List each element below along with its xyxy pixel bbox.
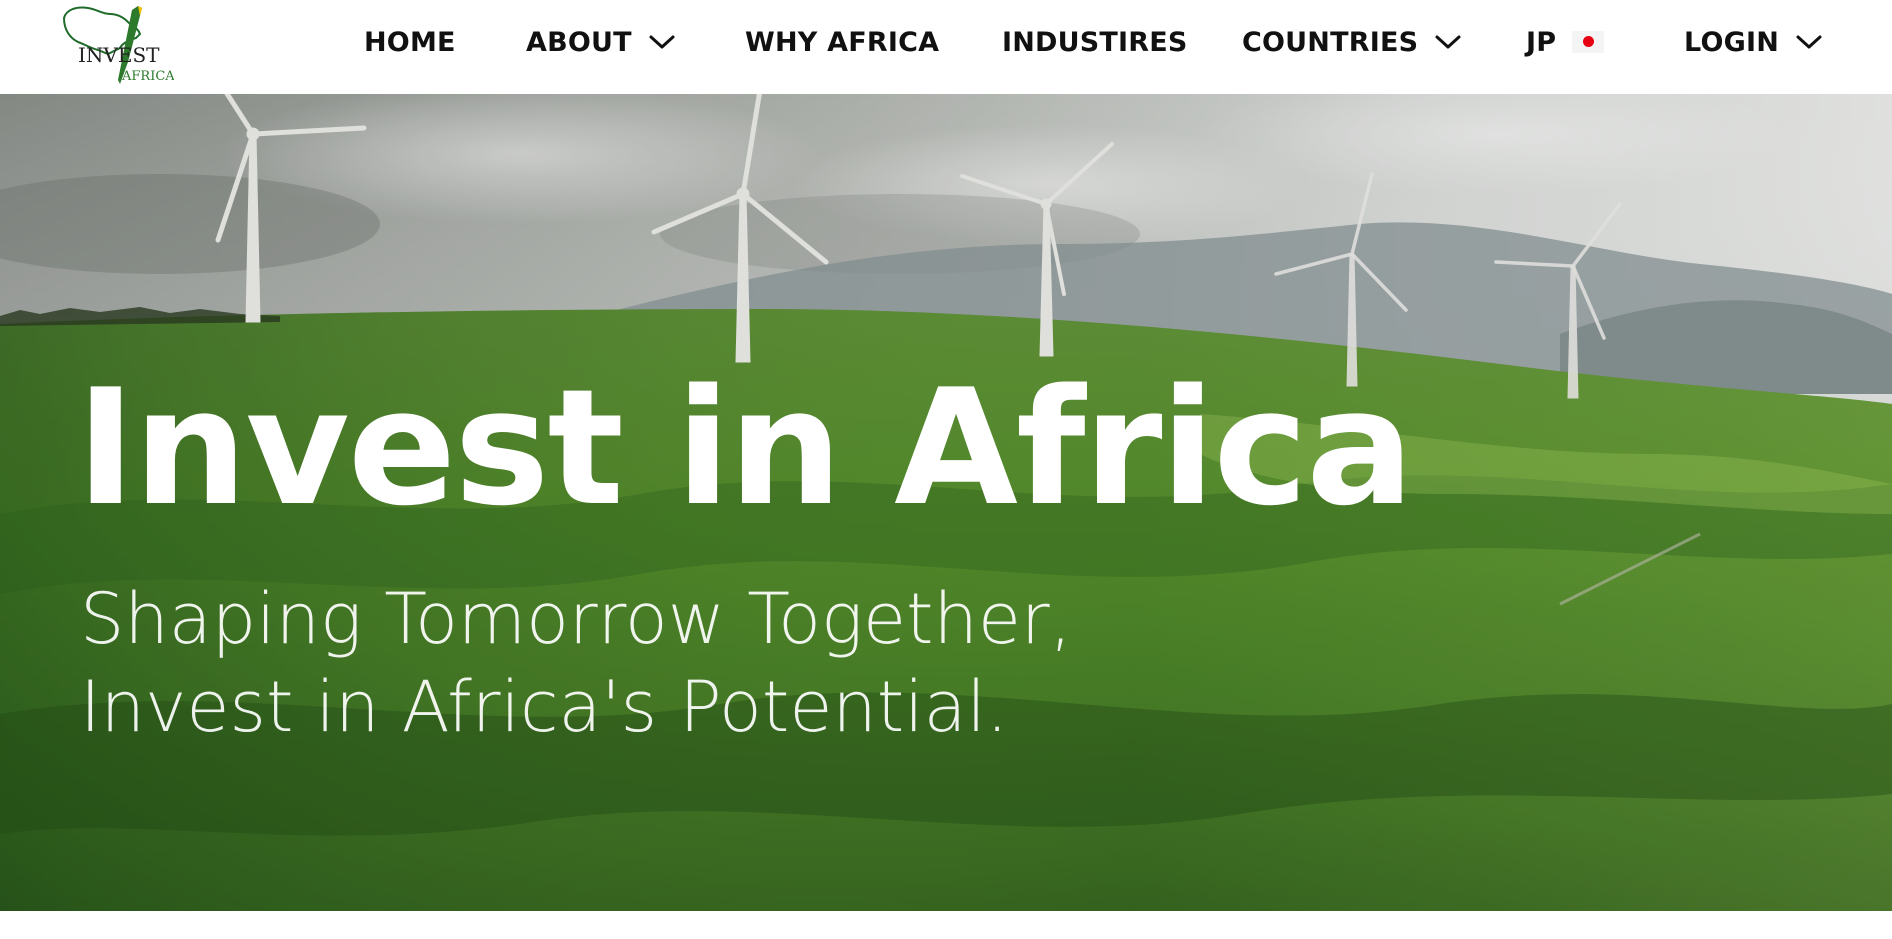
chevron-down-icon bbox=[649, 35, 675, 49]
svg-text:AFRICA: AFRICA bbox=[121, 69, 174, 84]
nav-industries[interactable]: INDUSTIRES bbox=[1002, 22, 1188, 62]
japan-flag-icon bbox=[1572, 31, 1605, 53]
hero-banner: Invest in Africa Shaping Tomorrow Togeth… bbox=[0, 94, 1892, 911]
hero-title: Invest in Africa bbox=[76, 354, 1414, 541]
nav-language-jp[interactable]: JP bbox=[1526, 22, 1605, 62]
nav-industries-label: INDUSTIRES bbox=[1002, 26, 1188, 58]
nav-login[interactable]: LOGIN bbox=[1684, 22, 1823, 62]
svg-text:INVEST: INVEST bbox=[78, 43, 160, 67]
top-navbar: INVEST AFRICA HOME ABOUT WHY AFRICA INDU… bbox=[0, 0, 1892, 94]
nav-countries[interactable]: COUNTRIES bbox=[1242, 22, 1462, 62]
hero-subtitle-line-1: Shaping Tomorrow Together, bbox=[80, 578, 1072, 660]
hero-subtitle-line-2: Invest in Africa's Potential. bbox=[80, 666, 1009, 748]
nav-about-label: ABOUT bbox=[526, 26, 632, 58]
nav-why-africa[interactable]: WHY AFRICA bbox=[745, 22, 939, 62]
page-bottom-strip bbox=[0, 911, 1892, 939]
nav-login-label: LOGIN bbox=[1684, 26, 1779, 58]
nav-countries-label: COUNTRIES bbox=[1242, 26, 1419, 58]
invest-africa-logo[interactable]: INVEST AFRICA bbox=[58, 4, 175, 86]
chevron-down-icon bbox=[1435, 35, 1461, 49]
chevron-down-icon bbox=[1796, 35, 1822, 49]
nav-language-label: JP bbox=[1526, 26, 1557, 58]
nav-home[interactable]: HOME bbox=[364, 22, 456, 62]
nav-why-africa-label: WHY AFRICA bbox=[745, 26, 940, 58]
nav-about[interactable]: ABOUT bbox=[526, 22, 676, 62]
nav-home-label: HOME bbox=[364, 26, 456, 58]
africa-map-logo-icon: INVEST AFRICA bbox=[62, 6, 175, 84]
